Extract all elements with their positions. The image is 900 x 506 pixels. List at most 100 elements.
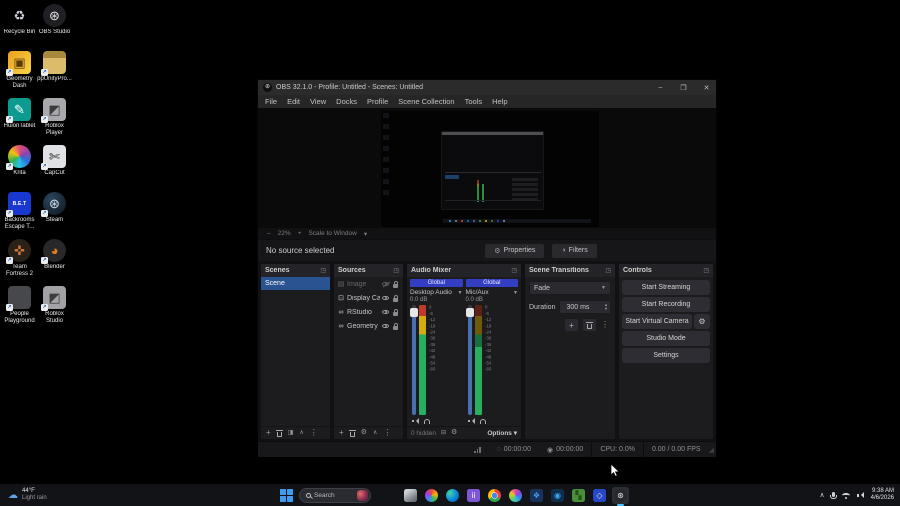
desktop-icon[interactable]: ▣ ↗ Geometry Dash xyxy=(2,51,37,98)
menu-item[interactable]: Docks xyxy=(336,97,357,106)
add-source-button[interactable]: + xyxy=(339,429,344,437)
volume-slider-handle[interactable] xyxy=(410,308,418,318)
people-icon[interactable]: ii xyxy=(465,487,482,504)
filters-button[interactable]: ◑ Filters xyxy=(552,243,597,258)
edge-icon[interactable] xyxy=(444,487,461,504)
wifi-icon[interactable] xyxy=(841,492,850,499)
lock-icon[interactable] xyxy=(393,294,398,302)
desktop-icon[interactable]: ⊛ ↗ Steam xyxy=(37,192,72,239)
add-scene-button[interactable]: + xyxy=(266,429,271,437)
preview-canvas[interactable] xyxy=(258,108,716,228)
desktop-icon[interactable]: ↗ People Playground xyxy=(2,286,37,333)
outlook-icon[interactable]: ◉ xyxy=(549,487,566,504)
desktop-icon[interactable]: ✄ ↗ CapCut xyxy=(37,145,72,192)
source-list-item[interactable]: ∞ Geometry xyxy=(334,319,403,333)
visual-studio-icon[interactable]: ◇ xyxy=(591,487,608,504)
source-list-item[interactable]: ∞ RStudio xyxy=(334,305,403,319)
desktop-icon[interactable]: ◕ ↗ Blender xyxy=(37,239,72,286)
menu-item[interactable]: View xyxy=(310,97,326,106)
menu-item[interactable]: Help xyxy=(492,97,507,106)
headphones-icon[interactable] xyxy=(424,419,430,424)
sources-menu-button[interactable]: ⋮ xyxy=(383,429,391,437)
virtual-camera-config-button[interactable]: ⚙ xyxy=(694,314,710,329)
add-transition-button[interactable]: + xyxy=(565,319,578,331)
lock-icon[interactable] xyxy=(393,322,398,330)
microphone-icon[interactable] xyxy=(830,491,838,499)
desktop-icon[interactable]: ↗ Krita xyxy=(2,145,37,192)
remove-transition-button[interactable] xyxy=(583,319,596,331)
transition-select[interactable]: Fade ▼ xyxy=(529,281,611,295)
spinner-arrows-icon[interactable]: ▲ ▼ xyxy=(604,303,608,311)
search-box[interactable] xyxy=(299,487,371,503)
mixer-config-button[interactable]: ⚙ xyxy=(451,429,457,437)
start-recording-button[interactable]: Start Recording xyxy=(622,297,710,312)
move-scene-up-button[interactable]: ∧ xyxy=(299,429,303,437)
scene-list-item[interactable]: Scene xyxy=(261,277,330,290)
weather-widget[interactable]: ☁ 44°F Light rain xyxy=(8,488,47,502)
chrome-icon[interactable] xyxy=(486,487,503,504)
volume-slider[interactable] xyxy=(465,305,474,415)
menu-item[interactable]: Scene Collection xyxy=(398,97,454,106)
zoom-in-button[interactable]: + xyxy=(298,230,302,237)
unhide-mixers-button[interactable]: ⊟ xyxy=(441,429,446,437)
desktop-icon[interactable]: ◩ ↗ Roblox Player xyxy=(37,98,72,145)
settings-button[interactable]: Settings xyxy=(622,348,710,363)
menu-item[interactable]: Tools xyxy=(465,97,483,106)
menu-item[interactable]: File xyxy=(265,97,277,106)
pin-icon[interactable]: ◳ xyxy=(605,267,611,274)
scenes-menu-button[interactable]: ⋮ xyxy=(310,429,318,437)
desktop-icon[interactable]: ⊛ ↗ OBS Studio xyxy=(37,4,72,51)
visibility-eye-icon[interactable] xyxy=(382,281,389,287)
photos-icon[interactable] xyxy=(423,487,440,504)
properties-button[interactable]: ⚙ Properties xyxy=(485,243,545,258)
desktop-icon[interactable]: ✎ ↗ HuionTablet xyxy=(2,98,37,145)
menu-item[interactable]: Edit xyxy=(287,97,300,106)
obs-studio-icon[interactable]: ⊛ xyxy=(612,486,629,506)
visibility-eye-icon[interactable] xyxy=(382,295,389,301)
minecraft-icon[interactable]: ▚ xyxy=(570,487,587,504)
pin-icon[interactable]: ◳ xyxy=(393,267,399,274)
desktop-icon[interactable]: ◩ ↗ Roblox Studio xyxy=(37,286,72,333)
volume-icon[interactable] xyxy=(856,492,864,499)
resize-grip[interactable]: ◢ xyxy=(709,446,716,454)
headphones-icon[interactable] xyxy=(479,419,486,424)
source-list-item[interactable]: ⊡ Display Ca xyxy=(334,291,403,305)
tray-clock[interactable]: 9:38 AM 4/6/2026 xyxy=(871,488,894,502)
pin-icon[interactable]: ◳ xyxy=(511,267,517,274)
visibility-eye-icon[interactable] xyxy=(382,309,389,315)
remove-source-button[interactable] xyxy=(348,429,356,437)
desktop-icon[interactable]: B.E.T ↗ Backrooms Escape T... xyxy=(2,192,37,239)
pin-icon[interactable]: ◳ xyxy=(703,267,709,274)
transition-menu-button[interactable]: ⋮ xyxy=(601,321,609,329)
pin-icon[interactable]: ◳ xyxy=(320,267,326,274)
menu-item[interactable]: Profile xyxy=(367,97,388,106)
channel-name-dropdown[interactable]: Desktop Audio ▼ xyxy=(410,288,463,297)
clipchamp-icon[interactable] xyxy=(507,487,524,504)
speaker-icon[interactable] xyxy=(467,417,475,424)
source-properties-button[interactable]: ⚙ xyxy=(361,429,367,437)
obs-titlebar[interactable]: ⊛ OBS 32.1.0 - Profile: Untitled - Scene… xyxy=(258,80,716,95)
lock-icon[interactable] xyxy=(393,308,398,316)
hidden-icons-chevron[interactable]: ∧ xyxy=(820,491,825,499)
studio-mode-button[interactable]: Studio Mode xyxy=(622,331,710,346)
mixer-options-button[interactable]: Options ▾ xyxy=(487,429,517,437)
task-view-icon[interactable] xyxy=(402,487,419,504)
move-source-up-button[interactable]: ∧ xyxy=(373,429,377,437)
dropbox-icon[interactable]: ❖ xyxy=(528,487,545,504)
scene-filters-button[interactable]: ◨ xyxy=(288,429,294,437)
desktop-icon[interactable]: ✜ ↗ Team Fortress 2 xyxy=(2,239,37,286)
visibility-eye-icon[interactable] xyxy=(382,323,389,329)
remove-scene-button[interactable] xyxy=(275,429,283,437)
desktop-icon[interactable]: ♻ ↗ Recycle Bin xyxy=(2,4,37,51)
start-streaming-button[interactable]: Start Streaming xyxy=(622,280,710,295)
minimize-button[interactable]: – xyxy=(651,80,670,95)
maximize-button[interactable]: ❒ xyxy=(674,80,693,95)
speaker-icon[interactable] xyxy=(412,417,419,424)
close-button[interactable]: ✕ xyxy=(697,80,716,95)
source-list-item[interactable]: ▤ Image xyxy=(334,277,403,291)
chevron-down-icon[interactable]: ▾ xyxy=(364,230,367,238)
volume-slider[interactable] xyxy=(410,305,418,415)
start-virtual-camera-button[interactable]: Start Virtual Camera xyxy=(622,314,692,329)
search-input[interactable] xyxy=(314,491,354,499)
channel-name-dropdown[interactable]: Mic/Aux ▼ xyxy=(466,288,519,297)
